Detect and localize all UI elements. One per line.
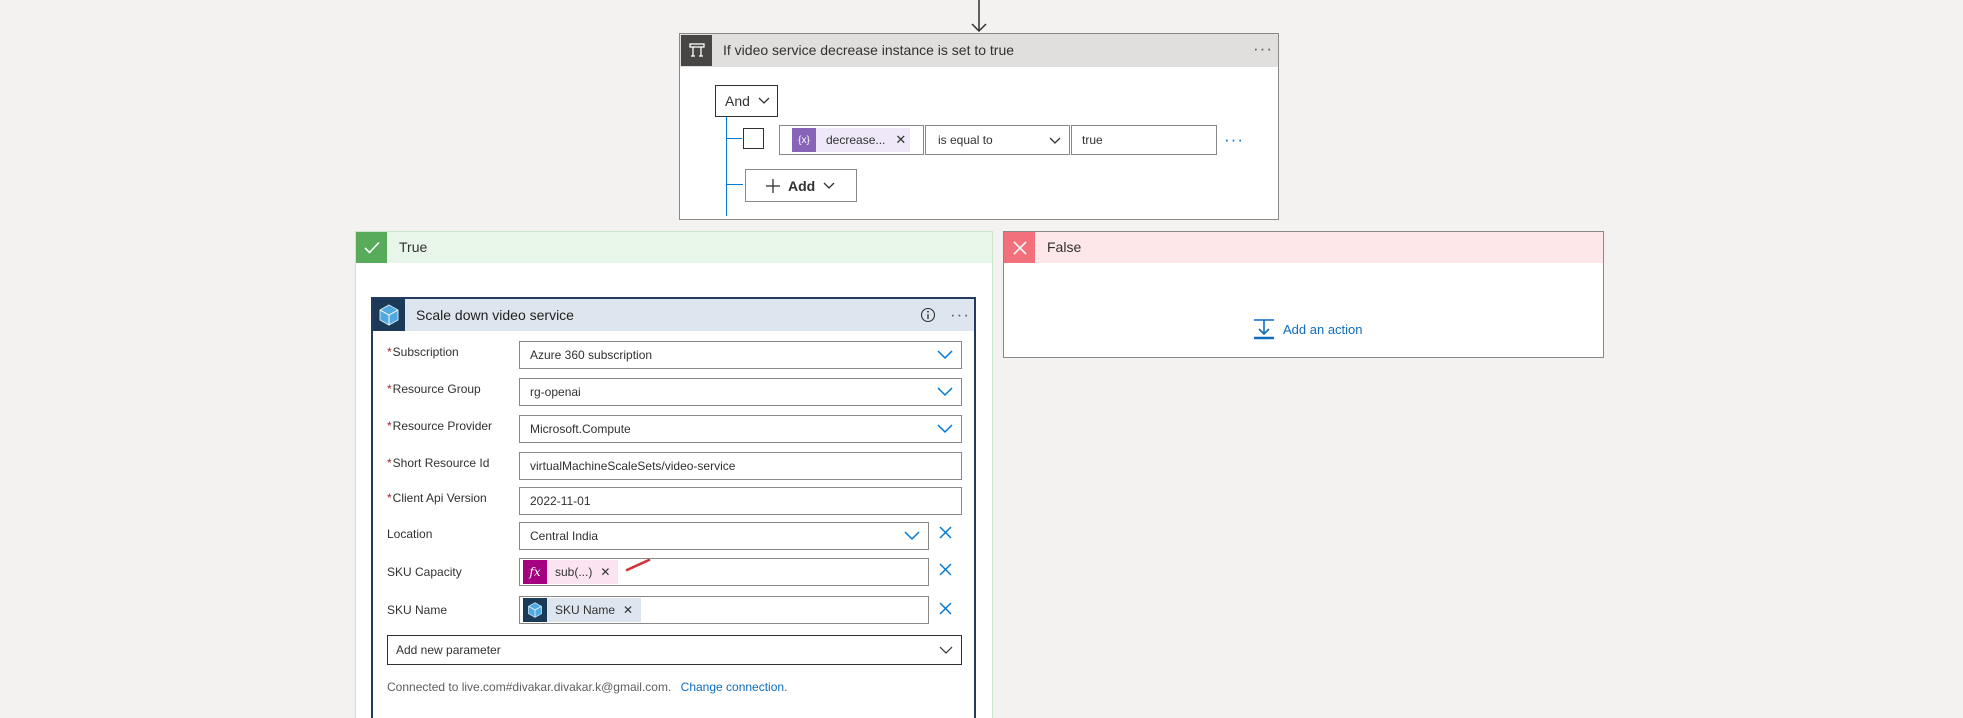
info-icon[interactable] — [920, 307, 936, 323]
add-condition-button[interactable]: Add — [745, 169, 857, 202]
check-icon — [356, 232, 387, 263]
variable-icon: {x} — [792, 128, 816, 152]
clear-icon[interactable] — [939, 563, 952, 576]
sku-name-label: SKU Name — [387, 603, 448, 617]
operator-value: is equal to — [938, 133, 993, 147]
sku-capacity-input[interactable]: fx sub(...) ✕ — [519, 558, 929, 586]
and-label: And — [725, 93, 750, 109]
add-new-parameter-select[interactable]: Add new parameter — [387, 635, 962, 665]
resource-group-label: *Resource Group — [387, 382, 481, 396]
connected-text: Connected to live.com#divakar.divakar.k@… — [387, 680, 672, 694]
connection-info: Connected to live.com#divakar.divakar.k@… — [387, 680, 787, 694]
chevron-down-icon — [823, 182, 835, 190]
false-branch: False Add an action — [1003, 231, 1604, 358]
location-select[interactable]: Central India — [519, 522, 929, 550]
add-label: Add — [788, 177, 816, 194]
add-action-icon — [1253, 318, 1275, 340]
client-api-version-input[interactable]: 2022-11-01 — [519, 487, 962, 515]
location-value: Central India — [530, 529, 599, 543]
short-resource-id-label: *Short Resource Id — [387, 456, 490, 470]
cross-icon — [1004, 232, 1035, 263]
chevron-down-icon — [758, 97, 770, 105]
true-label: True — [399, 239, 428, 255]
chevron-down-icon — [937, 350, 953, 360]
resource-provider-value: Microsoft.Compute — [530, 422, 631, 436]
more-icon[interactable]: ··· — [950, 306, 970, 323]
dynamic-token-label: SKU Name — [555, 603, 616, 617]
subscription-value: Azure 360 subscription — [530, 348, 653, 362]
resource-group-value: rg-openai — [530, 385, 581, 399]
annotation-mark — [625, 558, 651, 572]
add-param-placeholder: Add new parameter — [396, 643, 501, 657]
azure-resource-icon — [373, 299, 405, 331]
action-card: Scale down video service ··· *Subscripti… — [371, 297, 976, 718]
and-or-selector[interactable]: And — [715, 85, 778, 117]
row-checkbox[interactable] — [743, 128, 764, 149]
false-label: False — [1047, 239, 1082, 255]
resource-provider-label: *Resource Provider — [387, 419, 493, 433]
action-title: Scale down video service — [416, 307, 574, 323]
add-action-button[interactable]: Add an action — [1253, 318, 1363, 340]
more-icon[interactable]: ··· — [1224, 130, 1244, 150]
tree-connector — [726, 184, 743, 185]
action-header[interactable]: Scale down video service ··· — [373, 299, 974, 331]
close-icon[interactable]: ✕ — [623, 603, 633, 617]
short-resource-id-value: virtualMachineScaleSets/video-service — [530, 459, 736, 473]
plus-icon — [766, 178, 780, 193]
down-arrow-icon — [971, 0, 987, 33]
function-token-label: sub(...) — [555, 565, 593, 579]
chevron-down-icon — [1049, 137, 1061, 145]
expression-token[interactable]: {x} decrease... ✕ — [792, 128, 910, 152]
subscription-select[interactable]: Azure 360 subscription — [519, 341, 962, 369]
operator-select[interactable]: is equal to — [925, 125, 1070, 155]
chevron-down-icon — [939, 646, 953, 655]
condition-value-input[interactable]: true — [1071, 125, 1217, 155]
sku-name-input[interactable]: SKU Name ✕ — [519, 596, 929, 624]
chevron-down-icon — [904, 531, 920, 541]
subscription-label: *Subscription — [387, 345, 459, 359]
condition-card: If video service decrease instance is se… — [679, 33, 1279, 220]
close-icon[interactable]: ✕ — [895, 132, 906, 148]
chevron-down-icon — [937, 424, 953, 434]
condition-left-operand[interactable]: {x} decrease... ✕ — [779, 125, 924, 155]
token-label: decrease... — [826, 133, 886, 147]
change-connection-link[interactable]: Change connection. — [681, 680, 788, 694]
dynamic-content-token[interactable]: SKU Name ✕ — [523, 598, 642, 622]
resource-provider-select[interactable]: Microsoft.Compute — [519, 415, 962, 443]
more-icon[interactable]: ··· — [1253, 40, 1273, 57]
condition-header[interactable]: If video service decrease instance is se… — [680, 34, 1278, 67]
tree-connector — [726, 117, 727, 216]
short-resource-id-input[interactable]: virtualMachineScaleSets/video-service — [519, 452, 962, 480]
function-icon: fx — [523, 560, 547, 584]
add-action-label: Add an action — [1283, 321, 1363, 337]
resource-group-select[interactable]: rg-openai — [519, 378, 962, 406]
azure-resource-icon — [523, 598, 547, 622]
tree-connector — [726, 138, 742, 139]
condition-title: If video service decrease instance is se… — [723, 42, 1015, 58]
sku-capacity-label: SKU Capacity — [387, 565, 462, 579]
clear-icon[interactable] — [939, 526, 952, 539]
false-branch-header[interactable]: False — [1004, 232, 1603, 263]
location-label: Location — [387, 527, 433, 541]
client-api-version-label: *Client Api Version — [387, 491, 487, 505]
clear-icon[interactable] — [939, 602, 952, 615]
close-icon[interactable]: ✕ — [600, 565, 610, 579]
condition-icon — [681, 35, 712, 66]
client-api-version-value: 2022-11-01 — [530, 494, 591, 508]
function-token[interactable]: fx sub(...) ✕ — [523, 560, 619, 584]
condition-value: true — [1082, 133, 1103, 147]
true-branch-header[interactable]: True — [356, 232, 992, 263]
chevron-down-icon — [937, 387, 953, 397]
